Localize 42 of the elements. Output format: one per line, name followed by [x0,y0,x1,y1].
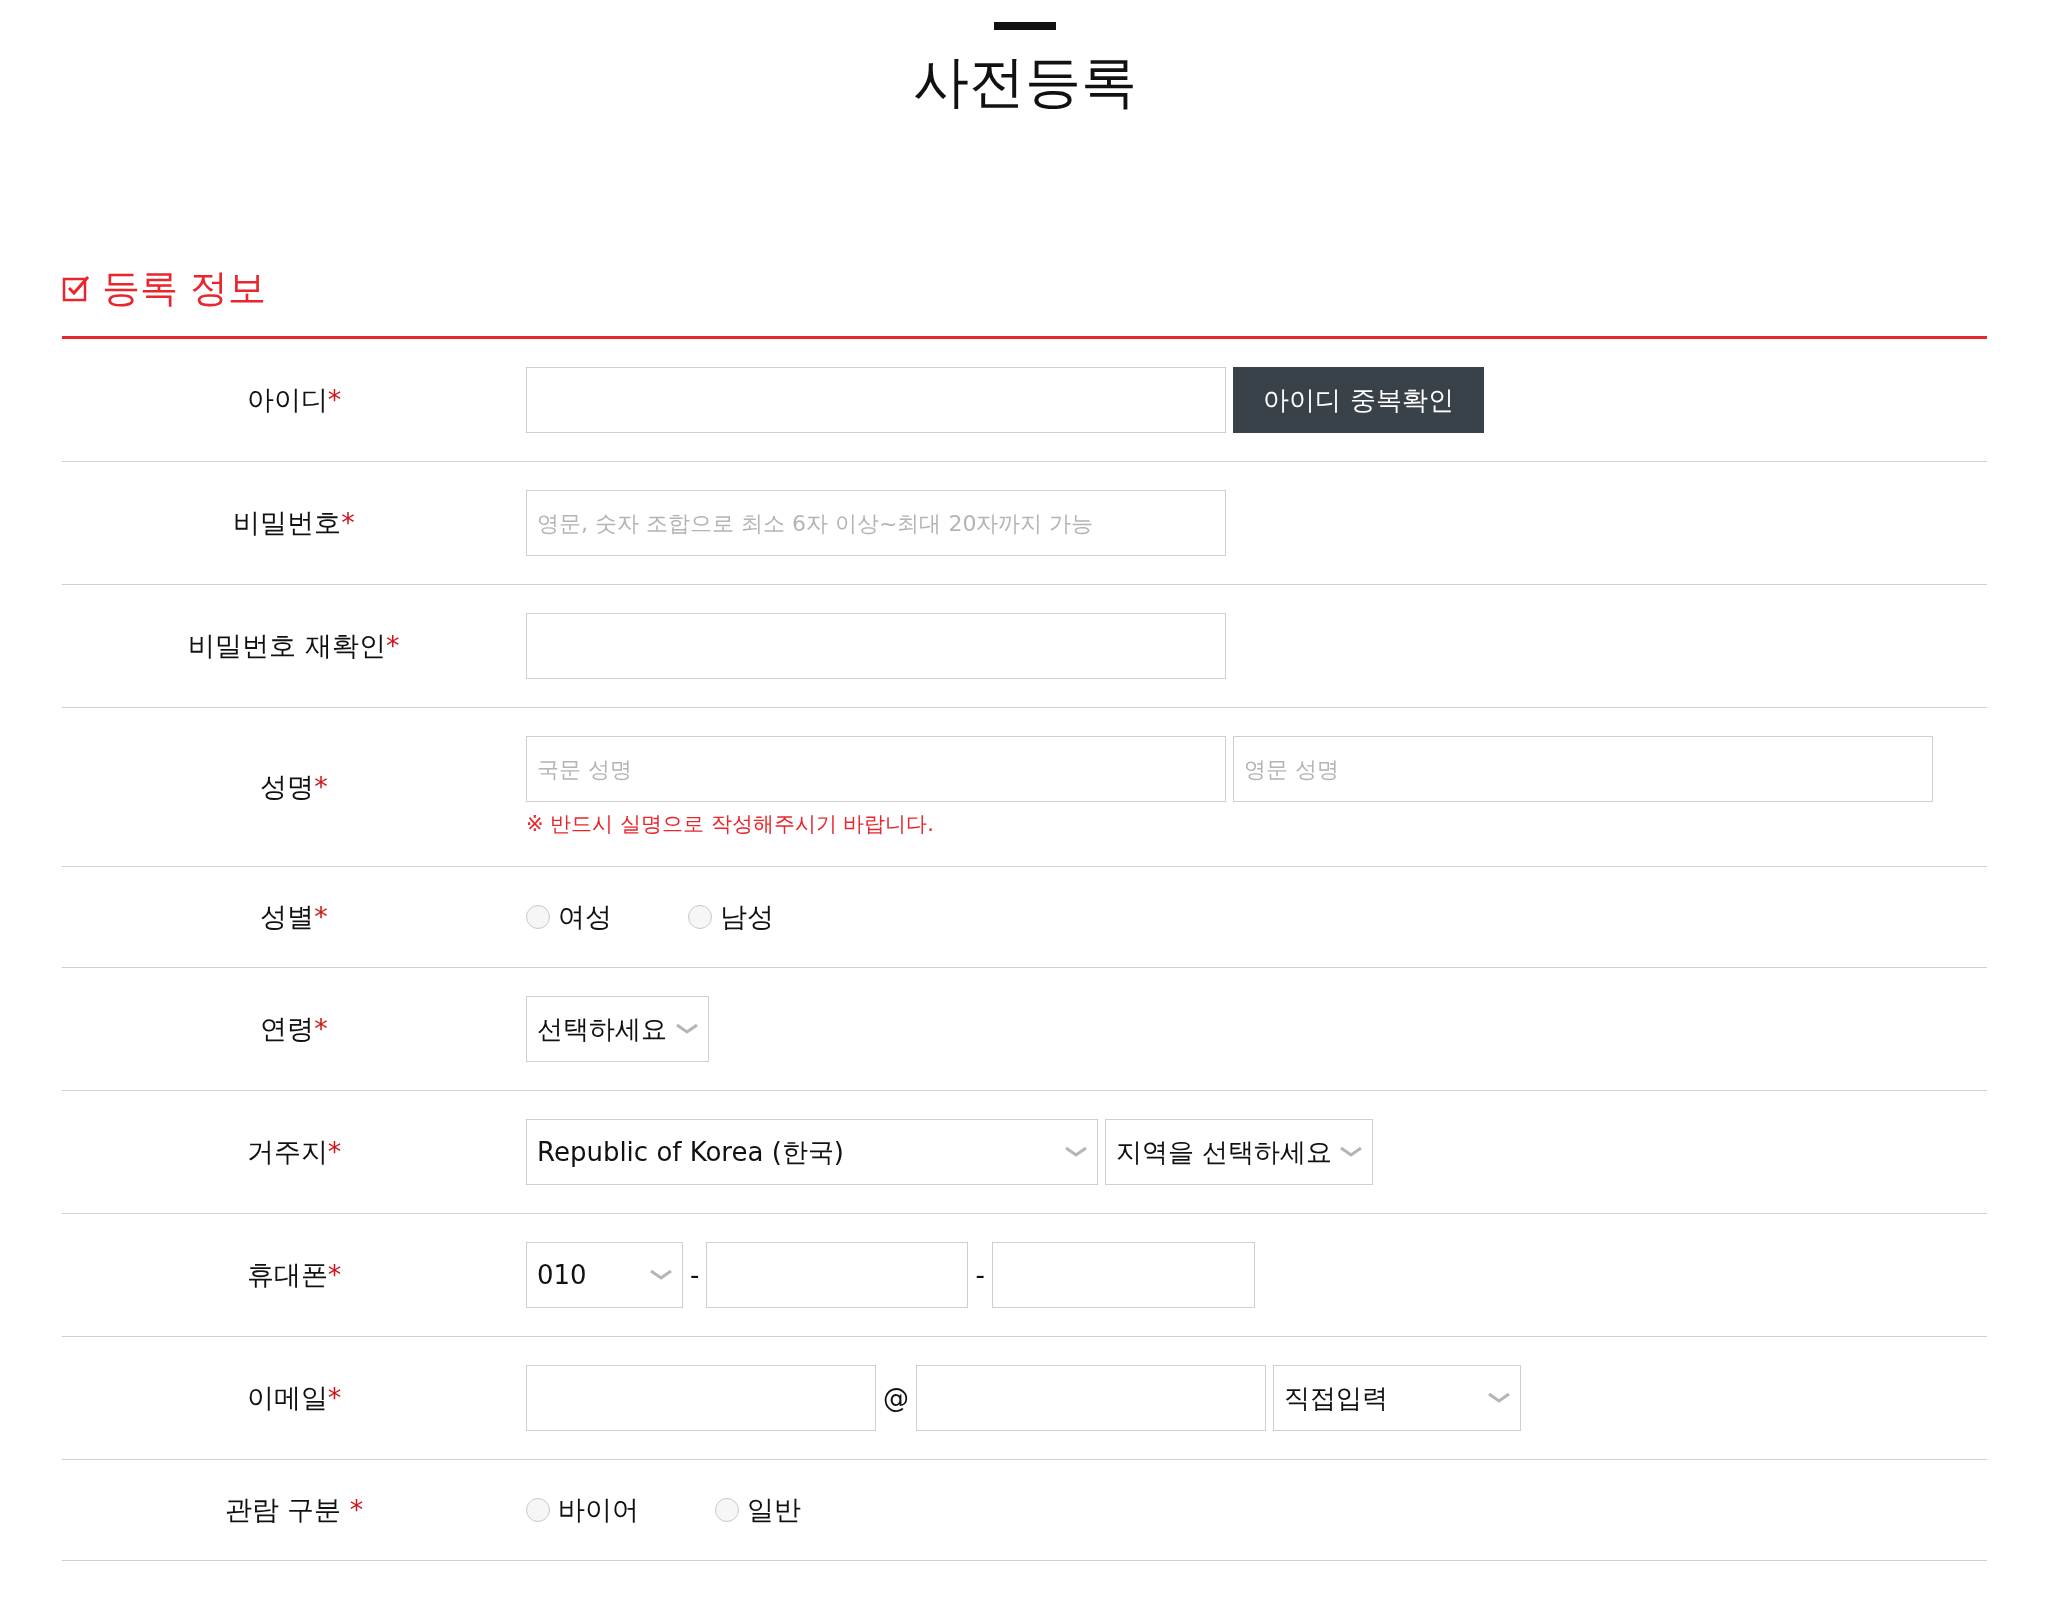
chevron-down-icon [1065,1146,1087,1158]
field-label: 비밀번호* [233,506,355,540]
dropdown-select[interactable]: 지역을 선택하세요 [1105,1119,1373,1185]
text-input-field[interactable] [991,1242,1255,1308]
title-bar-decoration [993,22,1056,30]
separator-text: @ [883,1383,909,1413]
field-label: 성별* [260,900,328,934]
text-input-field[interactable]: 영문 성명 [1233,736,1933,802]
field-label: 아이디* [246,383,342,417]
radio-option[interactable]: 일반 [715,1492,801,1528]
separator-text: - [690,1260,700,1290]
chevron-down-icon [676,1023,698,1035]
field-label: 연령* [260,1012,328,1046]
text-input-field[interactable]: 영문, 숫자 조합으로 최소 6자 이상~최대 20자까지 가능 [526,490,1226,556]
chevron-down-icon [1488,1392,1510,1404]
text-input-field[interactable] [526,1365,876,1431]
field-label: 관람 구분 * [224,1493,364,1527]
separator-text: - [975,1260,985,1290]
field-label: 거주지* [246,1135,342,1169]
field-label: 이메일* [246,1381,342,1415]
radio-option[interactable]: 바이어 [526,1492,639,1528]
text-input-field[interactable] [706,1242,969,1308]
page-title: 사전등록 [911,48,1138,116]
checkbox-icon [62,274,90,302]
section-title: 등록 정보 [102,264,267,312]
dropdown-select[interactable]: 010 [526,1242,683,1308]
dropdown-select[interactable]: 선택하세요 [526,996,709,1062]
dropdown-select[interactable]: 직접입력 [1273,1365,1521,1431]
text-input-field[interactable] [916,1365,1266,1431]
dropdown-select[interactable]: Republic of Korea (한국) [526,1119,1098,1185]
field-label: 휴대폰* [246,1258,342,1292]
radio-option[interactable]: 여성 [526,899,612,935]
field-label: 성명* [260,770,328,804]
text-input-field[interactable] [526,367,1226,433]
id-check-button[interactable]: 아이디 중복확인 [1233,367,1484,433]
radio-option[interactable]: 남성 [688,899,774,935]
text-input-field[interactable]: 국문 성명 [526,736,1226,802]
notice-text: ※ 반드시 실명으로 작성해주시기 바랍니다. [526,811,935,838]
chevron-down-icon [650,1269,672,1281]
chevron-down-icon [1340,1146,1362,1158]
field-label: 비밀번호 재확인* [188,629,400,663]
text-input-field[interactable] [526,613,1226,679]
